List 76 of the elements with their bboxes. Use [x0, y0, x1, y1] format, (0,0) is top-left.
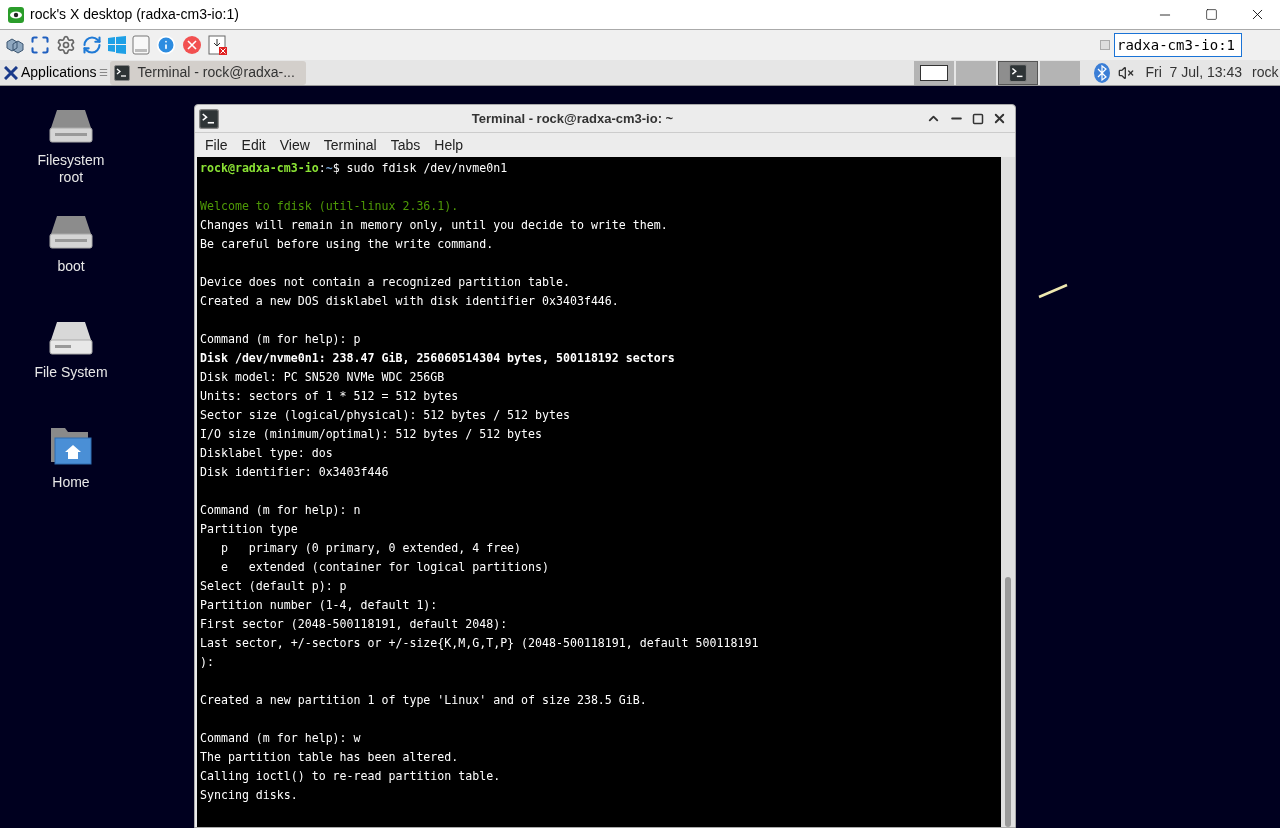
window-thumbnail	[919, 64, 948, 81]
muted-volume-icon[interactable]	[1117, 64, 1134, 81]
drive-icon	[49, 214, 93, 250]
taskbar-label: Terminal - rock@radxa-...	[137, 63, 295, 82]
prompt-line: rock@radxa-cm3-io:~$ sudo fdisk /dev/nvme0n1	[200, 160, 509, 177]
info-icon[interactable]	[156, 35, 176, 55]
stray-line-drawing	[1038, 283, 1068, 299]
menu-item[interactable]: Help	[428, 134, 470, 156]
drive-icon	[49, 108, 93, 144]
terminal-title: Terminal - rock@radxa-cm3-io: ~	[470, 109, 675, 128]
desktop-icon-label[interactable]: Filesystem root	[26, 152, 116, 186]
terminal-icon	[113, 64, 130, 81]
taskbar-button[interactable]: Terminal - rock@radxa-...	[109, 60, 306, 85]
output-line: e extended (container for logical partitions)	[219, 559, 550, 576]
output-line: Partition number (1-4, default 1):	[200, 597, 439, 614]
panel-separator: ☰	[98, 66, 108, 80]
output-line: p primary (0 primary, 0 extended, 4 free)	[219, 540, 523, 557]
host-input-field[interactable]: radxa-cm3-io:1	[1114, 33, 1242, 57]
checkbox[interactable]	[1100, 40, 1110, 50]
panel-clock[interactable]: Fri 7 Jul, 13:43	[1145, 62, 1242, 83]
output-line: Created a new partition 1 of type 'Linux' and of size 238.5 GiB.	[200, 692, 648, 709]
desktop-icon-label[interactable]: Home	[26, 474, 116, 491]
output-line: Created a new DOS disklabel with disk identifier 0x3403f446.	[200, 293, 620, 310]
fullscreen-icon[interactable]	[30, 35, 50, 55]
home-folder-icon	[49, 426, 93, 466]
maximize-icon[interactable]	[1204, 8, 1218, 21]
menu-item[interactable]: View	[273, 134, 316, 156]
output-line: Disk identifier: 0x3403f446	[200, 464, 390, 481]
output-line: Be careful before using the write command.	[200, 236, 495, 253]
output-line: Disklabel type: dos	[200, 445, 334, 462]
xfce-mouse-icon	[4, 65, 18, 80]
close-button[interactable]	[992, 111, 1007, 126]
output-line: Welcome to fdisk (util-linux 2.36.1).	[200, 198, 460, 215]
viewer-logo-icon	[8, 6, 24, 23]
output-line: Partition type	[200, 521, 299, 538]
output-line: Select (default p): p	[200, 578, 348, 595]
transfer-icon[interactable]	[208, 35, 228, 55]
terminal-icon	[1008, 63, 1027, 82]
bluetooth-icon[interactable]	[1093, 62, 1110, 83]
drive-icon	[49, 320, 93, 356]
desktop-icon-label[interactable]: File System	[26, 364, 116, 381]
menu-item[interactable]: Terminal	[317, 134, 383, 156]
maximize-button[interactable]	[972, 112, 984, 125]
windows-icon[interactable]	[108, 36, 126, 54]
output-line: The partition table has been altered.	[200, 749, 460, 766]
settings-icon[interactable]	[56, 35, 76, 55]
output-line: Device does not contain a recognized partition table.	[200, 274, 571, 291]
output-line: Units: sectors of 1 * 512 = 512 bytes	[200, 388, 460, 405]
terminal-icon	[199, 108, 219, 129]
output-line: Command (m for help): p	[200, 331, 362, 348]
output-line: Last sector, +/-sectors or +/-size{K,M,G,T,P} (2048-500118191, default 500118191	[200, 635, 760, 652]
workspace-cell[interactable]	[1039, 60, 1080, 85]
disconnect-icon[interactable]	[182, 35, 202, 55]
output-line: Changes will remain in memory only, until you decide to write them.	[200, 217, 669, 234]
output-line: Syncing disks.	[200, 787, 299, 804]
output-line: First sector (2048-500118191, default 2048):	[200, 616, 509, 633]
workspace-cell[interactable]	[955, 60, 996, 85]
output-line: I/O size (minimum/optimal): 512 bytes / 512 bytes	[200, 426, 544, 443]
output-line: Disk model: PC SN520 NVMe WDC 256GB	[200, 369, 446, 386]
menu-item[interactable]: Tabs	[384, 134, 427, 156]
refresh-icon[interactable]	[82, 35, 102, 55]
user-name[interactable]: rock	[1252, 62, 1280, 83]
window-title: rock's X desktop (radxa-cm3-io:1)	[30, 5, 239, 24]
output-line: Command (m for help): w	[200, 730, 362, 747]
scrollbar[interactable]	[1001, 157, 1015, 827]
menu-item[interactable]: Edit	[235, 134, 272, 156]
menu-item[interactable]: File	[199, 134, 234, 156]
applications-menu[interactable]: Applications	[0, 60, 97, 85]
output-line: ):	[200, 654, 215, 671]
output-line: Disk /dev/nvme0n1: 238.47 GiB, 256060514304 bytes, 500118192 sectors	[200, 350, 676, 367]
workspace-cell[interactable]	[913, 60, 954, 85]
output-line: Command (m for help): n	[200, 502, 362, 519]
desktop-icon-label[interactable]: boot	[26, 258, 116, 275]
output-line: Calling ioctl() to re-read partition table.	[200, 768, 502, 785]
output-line: Sector size (logical/physical): 512 bytes / 512 bytes	[200, 407, 571, 424]
workspace-cell[interactable]	[997, 60, 1038, 85]
